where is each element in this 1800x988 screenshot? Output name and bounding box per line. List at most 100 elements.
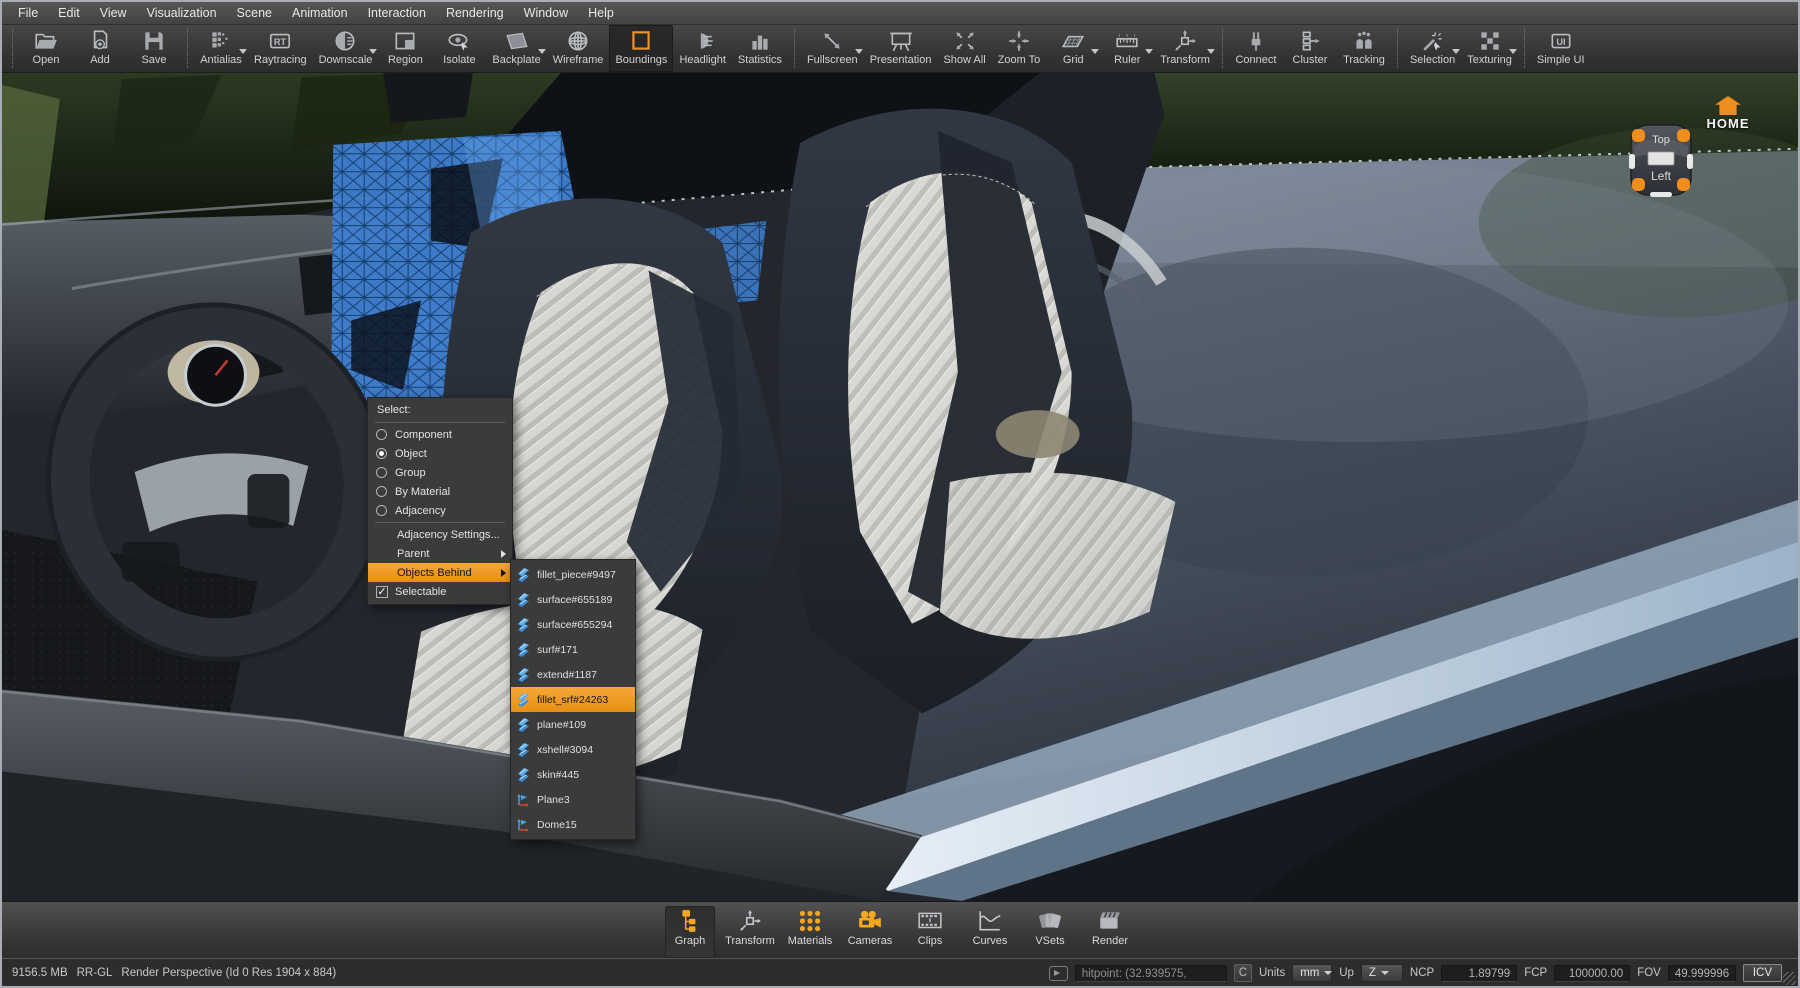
backplate-icon xyxy=(504,28,530,54)
surface-icon xyxy=(516,767,531,782)
select-context-menu: Select: Component Object Group By Materi… xyxy=(367,397,513,605)
toolbar-region[interactable]: Region xyxy=(378,25,432,72)
toolbar-ruler[interactable]: Ruler xyxy=(1100,25,1154,72)
viewport-3d-scene[interactable] xyxy=(2,73,1798,901)
hitpoint-field[interactable]: hitpoint: (32.939575, 4605.4809... xyxy=(1075,965,1227,982)
isolate-eye-icon xyxy=(446,28,472,54)
menu-option-object[interactable]: Object xyxy=(368,444,512,463)
menu-item-adjacency-settings[interactable]: Adjacency Settings... xyxy=(368,525,512,544)
menu-window[interactable]: Window xyxy=(514,2,578,24)
dropdown-arrow-icon[interactable] xyxy=(239,49,247,54)
toolbar-save[interactable]: Save xyxy=(127,25,181,72)
toolbar-cluster[interactable]: Cluster xyxy=(1283,25,1337,72)
menu-edit[interactable]: Edit xyxy=(48,2,90,24)
dropdown-arrow-icon[interactable] xyxy=(1145,49,1153,54)
submenu-item[interactable]: surf#171 xyxy=(511,637,635,662)
toolbar-separator xyxy=(794,29,795,68)
toolbar-raytracing[interactable]: RT Raytracing xyxy=(248,25,313,72)
dropdown-arrow-icon[interactable] xyxy=(1091,49,1099,54)
menu-view[interactable]: View xyxy=(90,2,137,24)
submenu-item[interactable]: extend#1187 xyxy=(511,662,635,687)
menu-item-parent[interactable]: Parent xyxy=(368,544,512,563)
dropdown-arrow-icon[interactable] xyxy=(1207,49,1215,54)
ncp-field[interactable]: 1.89799 xyxy=(1441,965,1517,982)
fcp-label: FCP xyxy=(1524,967,1547,979)
up-axis-dropdown[interactable]: Z xyxy=(1361,964,1403,982)
toolbar-simple-ui[interactable]: UI Simple UI xyxy=(1531,25,1591,72)
module-vsets[interactable]: VSets xyxy=(1025,906,1075,958)
dropdown-arrow-icon[interactable] xyxy=(855,49,863,54)
module-cameras[interactable]: Cameras xyxy=(845,906,895,958)
fov-field[interactable]: 49.999996 xyxy=(1668,965,1736,982)
menu-animation[interactable]: Animation xyxy=(282,2,358,24)
window-resize-grip[interactable] xyxy=(1783,972,1796,985)
toolbar-selection[interactable]: Selection xyxy=(1404,25,1461,72)
toolbar-fullscreen[interactable]: Fullscreen xyxy=(801,25,864,72)
toolbar-boundings[interactable]: Boundings xyxy=(609,25,673,72)
cameras-icon xyxy=(857,908,883,934)
menu-option-adjacency[interactable]: Adjacency xyxy=(368,501,512,520)
toolbar-tracking[interactable]: Tracking xyxy=(1337,25,1391,72)
downscale-icon xyxy=(332,28,358,54)
dropdown-arrow-icon[interactable] xyxy=(369,49,377,54)
render-info-icon[interactable] xyxy=(1049,966,1068,981)
toolbar-headlight[interactable]: Headlight xyxy=(673,25,731,72)
submenu-item-highlighted[interactable]: fillet_srf#24263 xyxy=(511,687,635,712)
surface-icon xyxy=(516,642,531,657)
module-render[interactable]: Render xyxy=(1085,906,1135,958)
icv-button[interactable]: ICV xyxy=(1743,964,1782,982)
module-graph[interactable]: Graph xyxy=(665,906,715,958)
toolbar-connect[interactable]: Connect xyxy=(1229,25,1283,72)
module-clips[interactable]: Clips xyxy=(905,906,955,958)
menu-option-group[interactable]: Group xyxy=(368,463,512,482)
submenu-item[interactable]: skin#445 xyxy=(511,762,635,787)
transform-module-icon xyxy=(737,908,763,934)
submenu-item[interactable]: fillet_piece#9497 xyxy=(511,562,635,587)
toolbar-downscale[interactable]: Downscale xyxy=(313,25,379,72)
car-interior-render xyxy=(2,73,1798,901)
menu-bar: File Edit View Visualization Scene Anima… xyxy=(2,2,1800,25)
dropdown-arrow-icon[interactable] xyxy=(1509,49,1517,54)
toolbar-grid[interactable]: Grid xyxy=(1046,25,1100,72)
module-materials[interactable]: Materials xyxy=(785,906,835,958)
submenu-item[interactable]: Dome15 xyxy=(511,812,635,837)
toolbar-statistics[interactable]: Statistics xyxy=(732,25,788,72)
submenu-item[interactable]: xshell#3094 xyxy=(511,737,635,762)
menu-help[interactable]: Help xyxy=(578,2,624,24)
view-navigation-cube[interactable]: Top Left xyxy=(1626,118,1696,202)
menu-option-by-material[interactable]: By Material xyxy=(368,482,512,501)
submenu-item[interactable]: surface#655294 xyxy=(511,612,635,637)
menu-file[interactable]: File xyxy=(8,2,48,24)
home-button[interactable]: HOME xyxy=(1702,96,1754,131)
module-transform[interactable]: Transform xyxy=(725,906,775,958)
menu-item-selectable[interactable]: ✓ Selectable xyxy=(368,582,512,601)
toolbar-open[interactable]: Open xyxy=(19,25,73,72)
toolbar-texturing[interactable]: Texturing xyxy=(1461,25,1518,72)
menu-option-component[interactable]: Component xyxy=(368,425,512,444)
fcp-field[interactable]: 100000.00 xyxy=(1554,965,1630,982)
toolbar-presentation[interactable]: Presentation xyxy=(864,25,938,72)
menu-rendering[interactable]: Rendering xyxy=(436,2,514,24)
menu-interaction[interactable]: Interaction xyxy=(358,2,436,24)
toolbar-antialias[interactable]: Antialias xyxy=(194,25,248,72)
units-dropdown[interactable]: mm xyxy=(1292,964,1332,982)
toolbar-isolate[interactable]: Isolate xyxy=(432,25,486,72)
toolbar-transform[interactable]: Transform xyxy=(1154,25,1216,72)
toolbar-wireframe[interactable]: Wireframe xyxy=(547,25,610,72)
main-toolbar: Open Add Save Antialias RT Raytracing Do… xyxy=(2,25,1800,73)
submenu-item[interactable]: surface#655189 xyxy=(511,587,635,612)
module-curves[interactable]: Curves xyxy=(965,906,1015,958)
toolbar-show-all[interactable]: Show All xyxy=(937,25,991,72)
toolbar-backplate[interactable]: Backplate xyxy=(486,25,546,72)
menu-scene[interactable]: Scene xyxy=(227,2,282,24)
submenu-item[interactable]: Plane3 xyxy=(511,787,635,812)
selection-wand-icon xyxy=(1420,28,1446,54)
toolbar-zoom-to[interactable]: Zoom To xyxy=(992,25,1047,72)
submenu-item[interactable]: plane#109 xyxy=(511,712,635,737)
toolbar-add[interactable]: Add xyxy=(73,25,127,72)
menu-visualization[interactable]: Visualization xyxy=(137,2,227,24)
dropdown-arrow-icon[interactable] xyxy=(1452,49,1460,54)
dropdown-arrow-icon[interactable] xyxy=(538,49,546,54)
c-button[interactable]: C xyxy=(1234,964,1252,982)
menu-item-objects-behind[interactable]: Objects Behind xyxy=(368,563,512,582)
